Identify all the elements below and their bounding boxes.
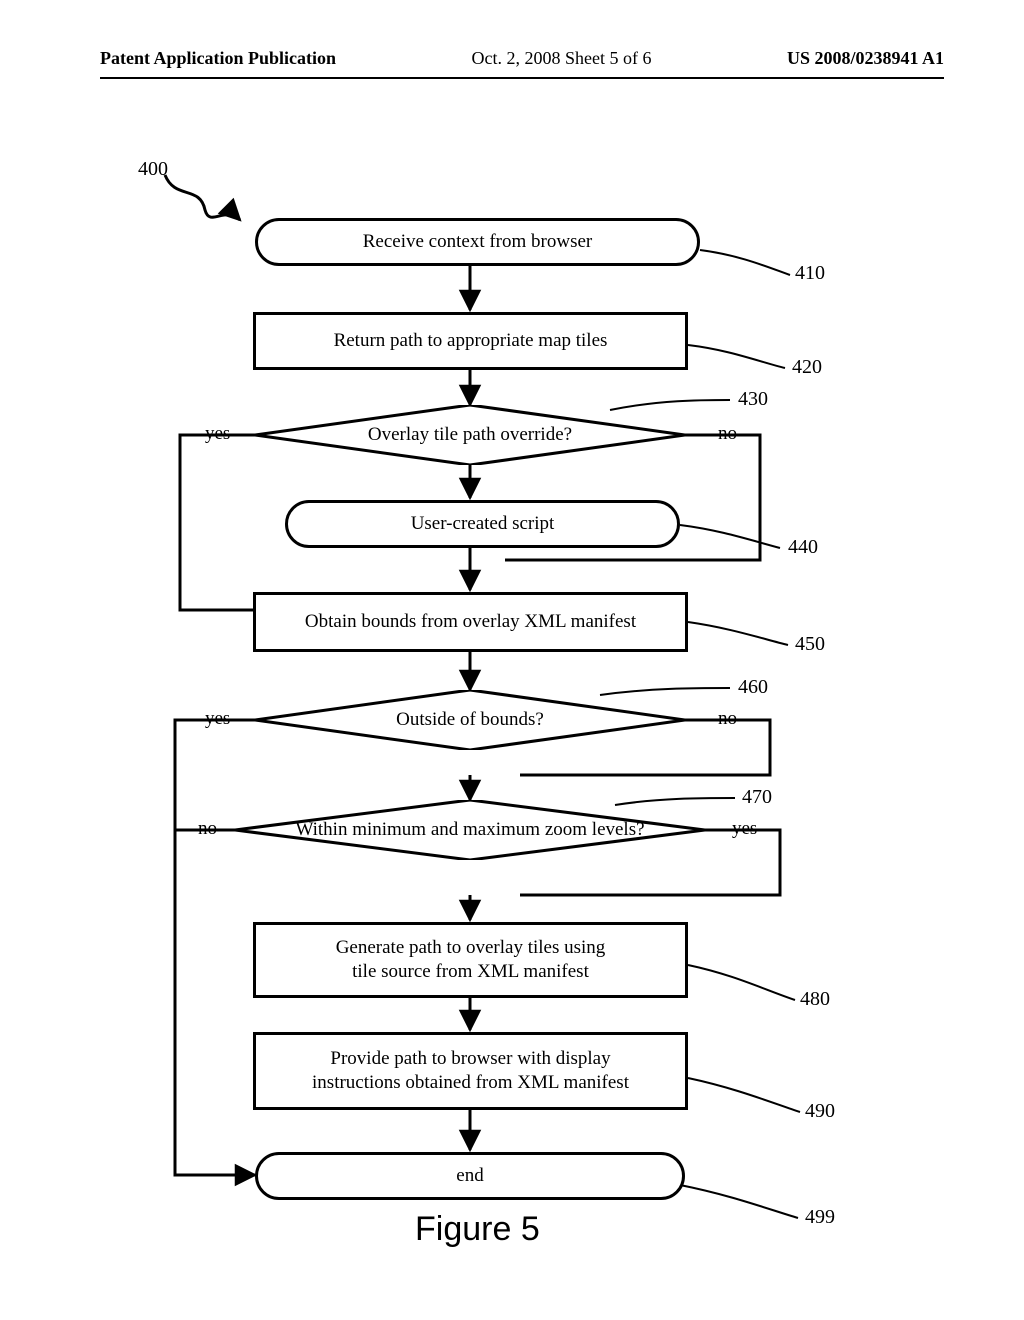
ref-480: 480: [800, 988, 830, 1011]
node-470-decision: Within minimum and maximum zoom levels?: [235, 800, 705, 860]
flowchart-canvas: 400 Receive context from browser 410 Ret…: [0, 0, 1024, 1320]
edge-460-no: no: [718, 708, 737, 730]
node-450-process: Obtain bounds from overlay XML manifest: [253, 592, 688, 652]
ref-450: 450: [795, 633, 825, 656]
figure-caption: Figure 5: [415, 1210, 540, 1249]
ref-490: 490: [805, 1100, 835, 1123]
node-480-process: Generate path to overlay tiles using til…: [253, 922, 688, 998]
edge-470-yes: yes: [732, 818, 757, 840]
edge-470-no: no: [198, 818, 217, 840]
node-410-terminator: Receive context from browser: [255, 218, 700, 266]
ref-410: 410: [795, 262, 825, 285]
edge-430-no: no: [718, 423, 737, 445]
node-420-process: Return path to appropriate map tiles: [253, 312, 688, 370]
ref-470: 470: [742, 786, 772, 809]
node-430-decision: Overlay tile path override?: [255, 405, 685, 465]
node-460-decision: Outside of bounds?: [255, 690, 685, 750]
ref-430: 430: [738, 388, 768, 411]
ref-400: 400: [138, 158, 168, 181]
flow-lines: [0, 0, 1024, 1320]
ref-440: 440: [788, 536, 818, 559]
node-440-terminator: User-created script: [285, 500, 680, 548]
ref-460: 460: [738, 676, 768, 699]
node-490-process: Provide path to browser with display ins…: [253, 1032, 688, 1110]
edge-430-yes: yes: [205, 423, 230, 445]
edge-460-yes: yes: [205, 708, 230, 730]
node-430-text: Overlay tile path override?: [255, 424, 685, 446]
node-470-text: Within minimum and maximum zoom levels?: [235, 819, 705, 841]
node-460-text: Outside of bounds?: [255, 709, 685, 731]
ref-499: 499: [805, 1206, 835, 1229]
ref-420: 420: [792, 356, 822, 379]
node-499-terminator: end: [255, 1152, 685, 1200]
